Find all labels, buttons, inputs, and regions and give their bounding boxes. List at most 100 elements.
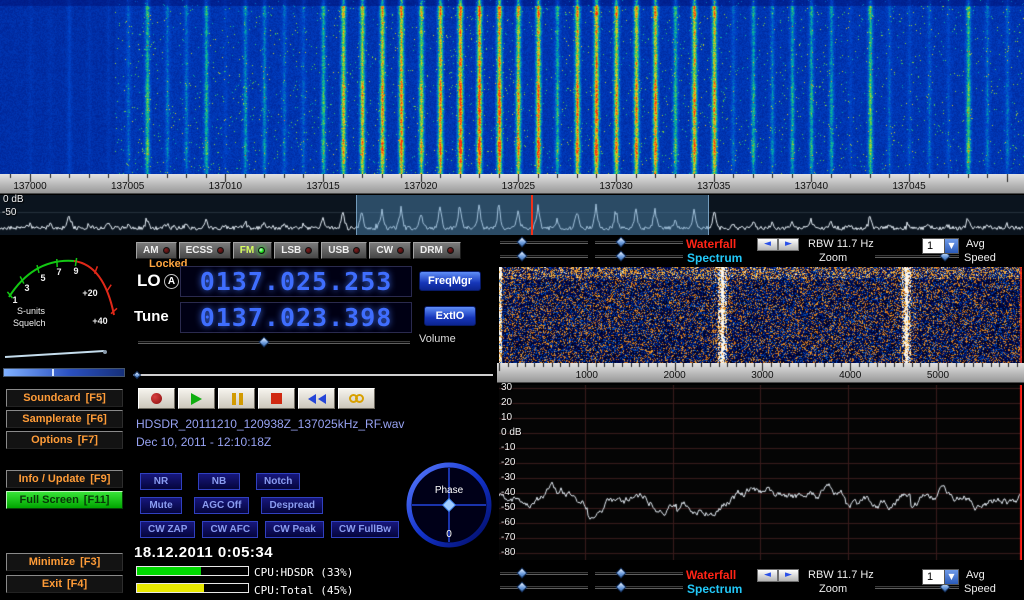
rx-display-controls-top: WaterfallSpectrum◄►RBW 11.7 HzZoom1▼AvgS… bbox=[497, 236, 1024, 266]
mode-button-am[interactable]: AM bbox=[136, 242, 177, 259]
chevron-down-icon[interactable]: ▼ bbox=[944, 570, 958, 584]
dsp-button-despread[interactable]: Despread bbox=[261, 497, 323, 514]
main-frequency-ruler[interactable]: 1370001370051370101370151370201370251370… bbox=[0, 174, 1024, 194]
squelch-level-bar[interactable] bbox=[3, 368, 125, 377]
frequency-ruler-label: 4000 bbox=[839, 370, 861, 381]
spectrum-offset-slider[interactable] bbox=[595, 251, 683, 262]
main-waterfall-display[interactable] bbox=[0, 0, 1024, 174]
record-button[interactable] bbox=[138, 388, 175, 409]
minimize-button[interactable]: Minimize[F3] bbox=[6, 553, 123, 571]
rewind-icon bbox=[308, 394, 316, 404]
tune-frequency-display[interactable]: 0137.023.398 bbox=[180, 302, 412, 333]
s-units-label: S-units bbox=[17, 306, 46, 316]
chevron-down-icon[interactable]: ▼ bbox=[944, 239, 958, 253]
mode-button-ecss[interactable]: ECSS bbox=[179, 242, 231, 259]
volume-slider-thumb[interactable] bbox=[259, 336, 270, 347]
waterfall-brightness-slider[interactable] bbox=[500, 568, 588, 579]
rx-spectrum-display[interactable]: 3020100 dB-10-20-30-40-50-60-70-80 bbox=[499, 385, 1022, 560]
button-label: Soundcard bbox=[23, 392, 80, 404]
freqmgr-button[interactable]: FreqMgr bbox=[419, 271, 481, 291]
extio-button[interactable]: ExtIO bbox=[424, 306, 476, 326]
slider-thumb[interactable] bbox=[516, 581, 527, 592]
dsp-button-nb[interactable]: NB bbox=[198, 473, 240, 490]
waterfall-contrast-slider[interactable] bbox=[595, 568, 683, 579]
mode-label: CW bbox=[376, 245, 393, 256]
lo-frequency-display[interactable]: 0137.025.253 bbox=[180, 266, 412, 297]
pause-button[interactable] bbox=[218, 388, 255, 409]
mode-button-cw[interactable]: CW bbox=[369, 242, 411, 259]
position-thumb[interactable] bbox=[133, 371, 141, 379]
spectrum-range-slider[interactable] bbox=[500, 582, 588, 593]
options-button[interactable]: Options[F7] bbox=[6, 431, 123, 449]
volume-label: Volume bbox=[419, 333, 456, 345]
main-spectrum-display[interactable]: 0 dB -50 bbox=[0, 195, 1024, 235]
rx-spectrum-canvas[interactable] bbox=[499, 385, 1022, 560]
spectrum-range-slider[interactable] bbox=[500, 251, 588, 262]
stop-button[interactable] bbox=[258, 388, 295, 409]
rx-frequency-ruler[interactable]: 10002000300040005000 bbox=[497, 363, 1024, 383]
avg-label: Avg bbox=[966, 238, 985, 250]
slider-thumb[interactable] bbox=[615, 581, 626, 592]
zoom-in-button[interactable]: ► bbox=[778, 569, 799, 582]
loop-button[interactable] bbox=[338, 388, 375, 409]
dsp-button-nr[interactable]: NR bbox=[140, 473, 182, 490]
playback-position-slider[interactable] bbox=[133, 371, 493, 380]
zoom-label: Zoom bbox=[819, 252, 847, 264]
slider-thumb[interactable] bbox=[516, 567, 527, 578]
rewind-button[interactable] bbox=[298, 388, 335, 409]
slider-thumb[interactable] bbox=[516, 250, 527, 261]
frequency-ruler-label: 1000 bbox=[576, 370, 598, 381]
button-label: Samplerate bbox=[22, 413, 81, 425]
mode-led-icon bbox=[258, 247, 265, 254]
avg-combo[interactable]: 1▼ bbox=[922, 238, 959, 254]
lo-lock-badge[interactable]: A bbox=[164, 274, 179, 289]
play-button[interactable] bbox=[178, 388, 215, 409]
full-screen-button[interactable]: Full Screen[F11] bbox=[6, 491, 123, 509]
transport-controls bbox=[138, 388, 375, 409]
mode-button-fm[interactable]: FM bbox=[233, 242, 272, 259]
info-update-button[interactable]: Info / Update[F9] bbox=[6, 470, 123, 488]
phase-dial: Phase 0 bbox=[406, 462, 492, 548]
dsp-button-cw-peak[interactable]: CW Peak bbox=[265, 521, 324, 538]
dsp-button-cw-zap[interactable]: CW ZAP bbox=[140, 521, 195, 538]
dsp-button-cw-afc[interactable]: CW AFC bbox=[202, 521, 258, 538]
phase-indicator: Phase 0 bbox=[406, 462, 492, 548]
volume-slider[interactable] bbox=[138, 337, 410, 348]
zoom-in-button[interactable]: ► bbox=[778, 238, 799, 251]
spectrum-offset-slider[interactable] bbox=[595, 582, 683, 593]
slider-thumb[interactable] bbox=[615, 250, 626, 261]
exit-button[interactable]: Exit[F4] bbox=[6, 575, 123, 593]
zoom-out-button[interactable]: ◄ bbox=[757, 569, 778, 582]
slider-thumb[interactable] bbox=[615, 567, 626, 578]
avg-combo[interactable]: 1▼ bbox=[922, 569, 959, 585]
soundcard-button[interactable]: Soundcard[F5] bbox=[6, 389, 123, 407]
frequency-ruler-label: 137030 bbox=[599, 181, 632, 192]
zoom-buttons: ◄► bbox=[757, 238, 799, 251]
mode-label: AM bbox=[143, 245, 159, 256]
avg-label: Avg bbox=[966, 569, 985, 581]
slider-thumb[interactable] bbox=[615, 236, 626, 247]
mode-led-icon bbox=[217, 247, 224, 254]
samplerate-button[interactable]: Samplerate[F6] bbox=[6, 410, 123, 428]
waterfall-brightness-slider[interactable] bbox=[500, 237, 588, 248]
phase-label: Phase bbox=[435, 485, 464, 496]
mode-button-usb[interactable]: USB bbox=[321, 242, 367, 259]
frequency-ruler-label: 137010 bbox=[209, 181, 242, 192]
dsp-button-mute[interactable]: Mute bbox=[140, 497, 182, 514]
speed-label: Speed bbox=[964, 583, 996, 595]
dsp-button-notch[interactable]: Notch bbox=[256, 473, 300, 490]
mode-button-lsb[interactable]: LSB bbox=[274, 242, 319, 259]
db-scale-label: 0 dB bbox=[501, 427, 522, 438]
frequency-ruler-label: 5000 bbox=[927, 370, 949, 381]
slider-thumb[interactable] bbox=[516, 236, 527, 247]
demodulation-mode-row: AM ECSSFMLSBUSB CW DRM bbox=[136, 242, 461, 259]
button-label: Full Screen bbox=[20, 494, 79, 506]
squelch-marker[interactable] bbox=[52, 369, 54, 376]
mode-button-drm[interactable]: DRM bbox=[413, 242, 461, 259]
rx-waterfall-display[interactable] bbox=[499, 267, 1022, 363]
dsp-button-cw-fullbw[interactable]: CW FullBw bbox=[331, 521, 399, 538]
zoom-out-button[interactable]: ◄ bbox=[757, 238, 778, 251]
waterfall-contrast-slider[interactable] bbox=[595, 237, 683, 248]
s-meter-tick-label: 3 bbox=[24, 283, 29, 293]
dsp-button-agc-off[interactable]: AGC Off bbox=[194, 497, 249, 514]
